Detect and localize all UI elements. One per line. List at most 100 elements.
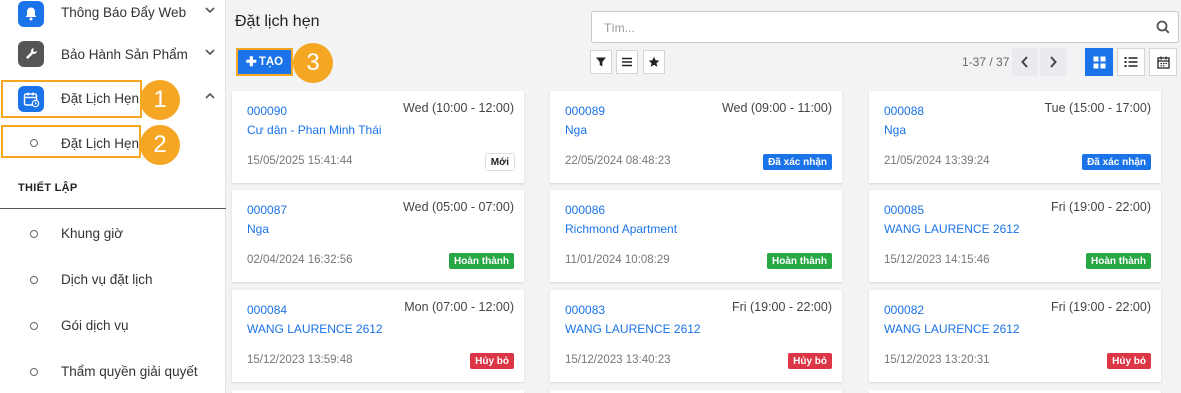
search-box bbox=[591, 11, 1179, 43]
kanban-card[interactable]: 000082 Fri (19:00 - 22:00) WANG LAURENCE 2… bbox=[869, 290, 1161, 382]
create-button-label: TẠO bbox=[258, 56, 284, 68]
main-content: Đặt lịch hẹn ✚ TẠO 3 1-37 / 37 000090 Wed… bbox=[227, 0, 1181, 393]
search-input[interactable] bbox=[604, 18, 1144, 38]
calendar-view-button[interactable] bbox=[1149, 48, 1177, 76]
kanban-card[interactable]: 000087 Wed (05:00 - 07:00) Nga 02/04/2024 1… bbox=[232, 190, 524, 282]
star-icon bbox=[648, 56, 660, 67]
card-id: 000083 bbox=[565, 303, 606, 317]
highlight-box-1 bbox=[1, 80, 142, 118]
card-id: 000090 bbox=[247, 104, 288, 118]
section-title: THIẾT LẬP bbox=[18, 182, 78, 194]
next-page-button[interactable] bbox=[1040, 48, 1066, 76]
card-time: Wed (10:00 - 12:00) bbox=[403, 101, 514, 115]
card-customer: WANG LAURENCE 2612 bbox=[884, 222, 1020, 236]
circle-bullet-icon bbox=[30, 276, 38, 284]
calendar-icon bbox=[1156, 56, 1170, 69]
divider bbox=[0, 208, 226, 209]
kanban-card[interactable]: 000088 Tue (15:00 - 17:00) Nga 21/05/2024 1… bbox=[869, 91, 1161, 183]
card-time: Fri (19:00 - 22:00) bbox=[1050, 200, 1151, 214]
step-badge-1: 1 bbox=[140, 80, 180, 120]
card-id: 000088 bbox=[884, 104, 925, 118]
highlight-box-2 bbox=[1, 125, 141, 158]
card-created-date: 15/12/2023 13:59:48 bbox=[247, 354, 353, 366]
status-badge: Hoàn thành bbox=[767, 253, 832, 269]
chevron-up-icon bbox=[205, 92, 215, 103]
card-time: Wed (05:00 - 07:00) bbox=[403, 200, 514, 214]
status-badge: Hoàn thành bbox=[449, 253, 514, 269]
list-lines-icon bbox=[622, 57, 632, 67]
card-time: Fri (19:00 - 22:00) bbox=[731, 300, 832, 314]
settings-item-jurisdiction[interactable]: Thẩm quyền giải quyết bbox=[0, 352, 226, 392]
list-icon bbox=[1124, 57, 1138, 67]
kanban-card[interactable]: 000085 Fri (19:00 - 22:00) WANG LAURENCE 2… bbox=[869, 190, 1161, 282]
pager-value: 1-37 / 37 bbox=[962, 55, 1010, 69]
card-created-date: 15/12/2023 13:40:23 bbox=[565, 354, 671, 366]
step-badge-3: 3 bbox=[293, 43, 333, 83]
circle-bullet-icon bbox=[30, 230, 38, 238]
filter-button[interactable] bbox=[590, 50, 612, 74]
card-id: 000085 bbox=[884, 203, 925, 217]
card-created-date: 02/04/2024 16:32:56 bbox=[247, 254, 353, 266]
kanban-card[interactable]: 000086 Richmond Apartment 11/01/2024 10:08… bbox=[550, 190, 842, 282]
kanban-view-button[interactable] bbox=[1085, 48, 1113, 76]
card-customer: Nga bbox=[884, 123, 907, 137]
filter-icon bbox=[596, 57, 606, 67]
list-view-button[interactable] bbox=[1117, 48, 1145, 76]
group-by-button[interactable] bbox=[616, 50, 638, 74]
card-created-date: 21/05/2024 13:39:24 bbox=[884, 155, 990, 167]
card-created-date: 15/05/2025 15:41:44 bbox=[247, 155, 353, 167]
settings-item-time-slots[interactable]: Khung giờ bbox=[0, 214, 226, 254]
sidebar: Thông Báo Đẩy Web Bảo Hành Sản Phẩm Đặt … bbox=[0, 0, 226, 393]
chevron-down-icon bbox=[205, 48, 215, 59]
search-icon[interactable] bbox=[1156, 20, 1170, 34]
status-badge: Đã xác nhận bbox=[763, 154, 832, 170]
card-id: 000084 bbox=[247, 303, 288, 317]
bell-icon bbox=[18, 1, 44, 27]
card-customer: WANG LAURENCE 2612 bbox=[884, 322, 1020, 336]
settings-item-booking-services[interactable]: Dịch vụ đặt lịch bbox=[0, 260, 226, 300]
chevron-right-icon bbox=[1050, 56, 1057, 68]
chevron-left-icon bbox=[1021, 56, 1028, 68]
prev-page-button[interactable] bbox=[1012, 48, 1038, 76]
card-id: 000086 bbox=[565, 203, 606, 217]
card-customer: Nga bbox=[247, 222, 270, 236]
settings-item-service-packages[interactable]: Gói dịch vụ bbox=[0, 306, 226, 346]
card-id: 000087 bbox=[247, 203, 288, 217]
card-created-date: 22/05/2024 08:48:23 bbox=[565, 155, 671, 167]
circle-bullet-icon bbox=[30, 322, 38, 330]
card-created-date: 11/01/2024 10:08:29 bbox=[565, 254, 670, 266]
kanban-card[interactable]: 000090 Wed (10:00 - 12:00) Cư dân - Phan M… bbox=[232, 91, 524, 183]
status-badge: Hủy bỏ bbox=[470, 353, 514, 369]
card-created-date: 15/12/2023 14:15:46 bbox=[884, 254, 990, 266]
step-badge-2: 2 bbox=[140, 125, 180, 165]
card-id: 000082 bbox=[884, 303, 925, 317]
sidebar-item-warranty[interactable]: Bảo Hành Sản Phẩm bbox=[0, 30, 226, 78]
status-badge: Hủy bỏ bbox=[1107, 353, 1151, 369]
favorites-button[interactable] bbox=[643, 50, 665, 74]
card-customer: Nga bbox=[565, 123, 588, 137]
page-title: Đặt lịch hẹn bbox=[235, 13, 320, 30]
card-time: Fri (19:00 - 22:00) bbox=[1050, 300, 1151, 314]
wrench-icon bbox=[18, 41, 44, 67]
sidebar-item-label: Bảo Hành Sản Phẩm bbox=[61, 47, 188, 62]
status-badge: Đã xác nhận bbox=[1082, 154, 1151, 170]
kanban-card[interactable]: 000083 Fri (19:00 - 22:00) WANG LAURENCE 2… bbox=[550, 290, 842, 382]
kanban-card[interactable]: 000089 Wed (09:00 - 11:00) Nga 22/05/2024 0… bbox=[550, 91, 842, 183]
create-button[interactable]: ✚ TẠO bbox=[236, 48, 293, 76]
status-badge: Hủy bỏ bbox=[788, 353, 832, 369]
status-badge: Mới bbox=[485, 154, 514, 170]
kanban-card[interactable]: 000084 Mon (07:00 - 12:00) WANG LAURENCE 2… bbox=[232, 290, 524, 382]
grid-icon bbox=[1093, 56, 1105, 68]
card-customer: WANG LAURENCE 2612 bbox=[247, 322, 383, 336]
card-id: 000089 bbox=[565, 104, 606, 118]
card-customer: WANG LAURENCE 2612 bbox=[565, 322, 701, 336]
card-customer: Cư dân - Phan Minh Thái bbox=[247, 123, 382, 137]
card-time: Wed (09:00 - 11:00) bbox=[721, 101, 832, 115]
card-time: Mon (07:00 - 12:00) bbox=[404, 300, 514, 314]
card-customer: Richmond Apartment bbox=[565, 222, 678, 236]
settings-item-label: Dịch vụ đặt lịch bbox=[61, 272, 153, 287]
chevron-down-icon bbox=[205, 6, 215, 17]
card-created-date: 15/12/2023 13:20:31 bbox=[884, 354, 990, 366]
status-badge: Hoàn thành bbox=[1086, 253, 1151, 269]
settings-item-label: Thẩm quyền giải quyết bbox=[61, 364, 198, 379]
